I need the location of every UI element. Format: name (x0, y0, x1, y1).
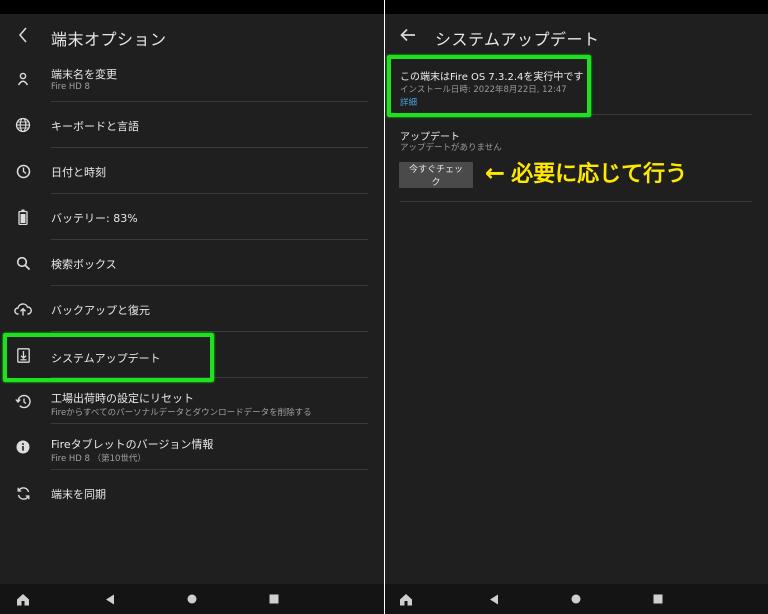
recents-square-icon[interactable] (259, 584, 289, 614)
page-title: システムアップデート (435, 30, 600, 49)
clock-icon (14, 148, 32, 194)
device-options-pane: 端末オプション 端末名を変更 Fire HD 8 キーボードと言語 日付と時刻 (0, 0, 384, 614)
search-icon (14, 240, 32, 286)
menu-item-label: Fireタブレットのバージョン情報 (51, 438, 214, 451)
menu-item-label: バックアップと復元 (51, 304, 150, 317)
menu-item-factory-reset[interactable]: 工場出荷時の設定にリセット Fireからすべてのパーソナルデータとダウンロードデ… (0, 378, 384, 424)
recents-square-icon[interactable] (643, 584, 673, 614)
navigation-bar (385, 584, 768, 614)
menu-item-label: 検索ボックス (51, 258, 117, 271)
menu-item-label: 端末名を変更 (51, 68, 117, 81)
menu-item-battery[interactable]: バッテリー: 83% (0, 194, 384, 240)
menu-item-label: キーボードと言語 (51, 120, 139, 133)
menu-item-sync-device[interactable]: 端末を同期 (0, 470, 384, 516)
home-circle-icon[interactable] (177, 584, 207, 614)
system-update-header: システムアップデート (385, 14, 768, 56)
navigation-bar (0, 584, 384, 614)
back-triangle-icon[interactable] (95, 584, 125, 614)
menu-item-date-time[interactable]: 日付と時刻 (0, 148, 384, 194)
home-icon[interactable] (391, 584, 421, 614)
home-circle-icon[interactable] (561, 584, 591, 614)
annotation-text: ← 必要に応じて行う (485, 156, 687, 188)
status-bar (385, 0, 768, 14)
menu-item-label: 工場出荷時の設定にリセット (51, 392, 194, 405)
annotation-arrow: ← (485, 159, 506, 187)
menu-item-keyboard-language[interactable]: キーボードと言語 (0, 102, 384, 148)
cloud-upload-icon (14, 286, 32, 332)
menu-item-search-box[interactable]: 検索ボックス (0, 240, 384, 286)
battery-icon (14, 194, 32, 240)
back-chevron-icon[interactable] (8, 14, 38, 56)
annotation-label: 必要に応じて行う (511, 162, 688, 187)
menu-item-sub: Fire HD 8 （第10世代） (51, 454, 146, 464)
highlight-box-os-info (387, 55, 591, 117)
home-icon[interactable] (8, 584, 38, 614)
system-update-pane: システムアップデート この端末はFire OS 7.3.2.4を実行中です イン… (385, 0, 768, 614)
menu-item-backup-restore[interactable]: バックアップと復元 (0, 286, 384, 332)
back-triangle-icon[interactable] (479, 584, 509, 614)
menu-item-rename-device[interactable]: 端末名を変更 Fire HD 8 (0, 56, 384, 102)
highlight-box-system-update (3, 333, 214, 382)
menu-item-label: バッテリー: 83% (51, 212, 138, 225)
status-bar (0, 0, 384, 14)
menu-item-about-tablet[interactable]: Fireタブレットのバージョン情報 Fire HD 8 （第10世代） (0, 424, 384, 470)
back-arrow-icon[interactable] (393, 14, 423, 56)
menu-item-sub: Fire HD 8 (51, 82, 90, 92)
restore-icon (14, 378, 32, 424)
globe-icon (14, 102, 32, 148)
page-title: 端末オプション (51, 30, 167, 49)
sync-icon (14, 470, 32, 516)
update-status-text: アップデートがありません (400, 143, 502, 153)
menu-item-sub: Fireからすべてのパーソナルデータとダウンロードデータを削除する (51, 408, 312, 418)
divider (400, 201, 752, 202)
person-icon (14, 56, 32, 102)
device-options-header: 端末オプション (0, 14, 384, 56)
menu-item-label: 端末を同期 (51, 488, 106, 501)
info-icon (14, 424, 32, 470)
menu-item-label: 日付と時刻 (51, 166, 106, 179)
check-now-button[interactable]: 今すぐチェック (399, 162, 473, 188)
